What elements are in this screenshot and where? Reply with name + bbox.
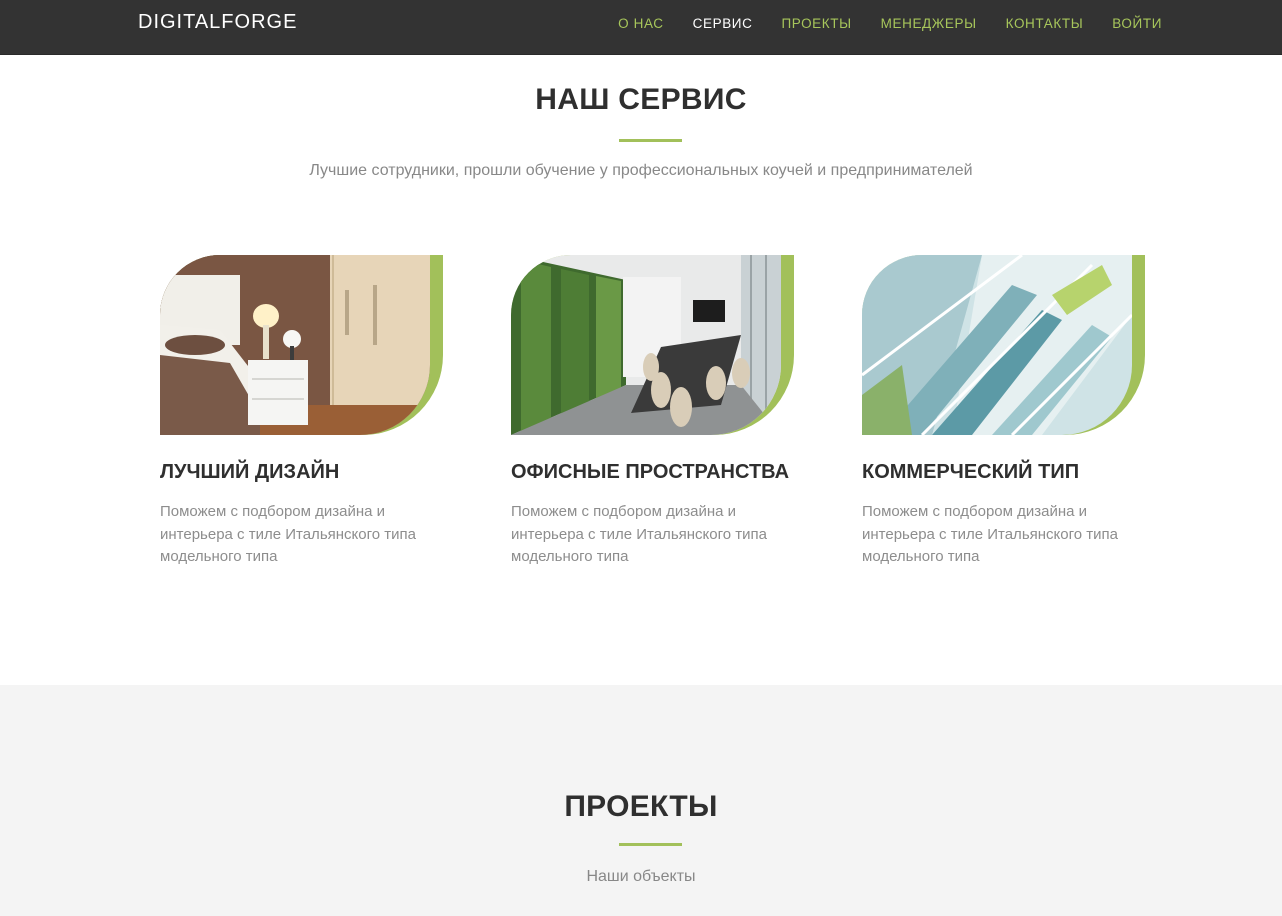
bedroom-photo (160, 255, 430, 435)
card-title: ЛУЧШИЙ ДИЗАЙН (160, 461, 340, 483)
service-section: НАШ СЕРВИС Лучшие сотрудники, прошли обу… (0, 55, 1282, 685)
nav-item-contacts: КОНТАКТЫ (1006, 15, 1084, 33)
card-description: Поможем с подбором дизайна и интерьера с… (511, 503, 767, 565)
brand-logo[interactable]: DIGITALFORGE (138, 11, 297, 34)
service-subtitle: Лучшие сотрудники, прошли обучение у про… (309, 162, 973, 179)
card-description: Поможем с подбором дизайна и интерьера с… (160, 503, 416, 565)
projects-title: ПРОЕКТЫ (564, 790, 718, 823)
navbar: DIGITALFORGE О НАС СЕРВИС ПРОЕКТЫ МЕНЕДЖ… (0, 0, 1282, 55)
service-card-office: ОФИСНЫЕ ПРОСТРАНСТВА Поможем с подбором … (511, 255, 811, 565)
service-title: НАШ СЕРВИС (535, 83, 747, 116)
service-card-design: ЛУЧШИЙ ДИЗАЙН Поможем с подбором дизайна… (160, 255, 460, 565)
card-title: ОФИСНЫЕ ПРОСТРАНСТВА (511, 461, 790, 483)
nav-item-managers: МЕНЕДЖЕРЫ (881, 15, 977, 33)
main-nav: О НАС СЕРВИС ПРОЕКТЫ МЕНЕДЖЕРЫ КОНТАКТЫ … (589, 0, 1162, 48)
nav-item-service: СЕРВИС (693, 15, 753, 33)
nav-link-contacts[interactable]: КОНТАКТЫ (1006, 16, 1084, 31)
projects-subtitle: Наши объекты (586, 868, 696, 885)
card-description: Поможем с подбором дизайна и интерьера с… (862, 503, 1118, 565)
service-title-underline (619, 139, 682, 142)
projects-title-underline (619, 843, 682, 846)
escalator-photo (862, 255, 1132, 435)
nav-item-login: ВОЙТИ (1112, 15, 1162, 33)
card-image-frame (511, 255, 794, 435)
card-title: КОММЕРЧЕСКИЙ ТИП (862, 461, 1080, 483)
nav-link-managers[interactable]: МЕНЕДЖЕРЫ (881, 16, 977, 31)
nav-link-about[interactable]: О НАС (618, 16, 663, 31)
card-image-frame (862, 255, 1145, 435)
card-image-frame (160, 255, 443, 435)
nav-link-projects[interactable]: ПРОЕКТЫ (781, 16, 851, 31)
nav-item-about: О НАС (618, 15, 663, 33)
nav-item-projects: ПРОЕКТЫ (781, 15, 851, 33)
conference-room-photo (511, 255, 781, 435)
service-card-commercial: КОММЕРЧЕСКИЙ ТИП Поможем с подбором диза… (862, 255, 1162, 565)
projects-section: ПРОЕКТЫ Наши объекты (0, 685, 1282, 916)
nav-link-login[interactable]: ВОЙТИ (1112, 16, 1162, 31)
nav-link-service[interactable]: СЕРВИС (693, 16, 753, 31)
